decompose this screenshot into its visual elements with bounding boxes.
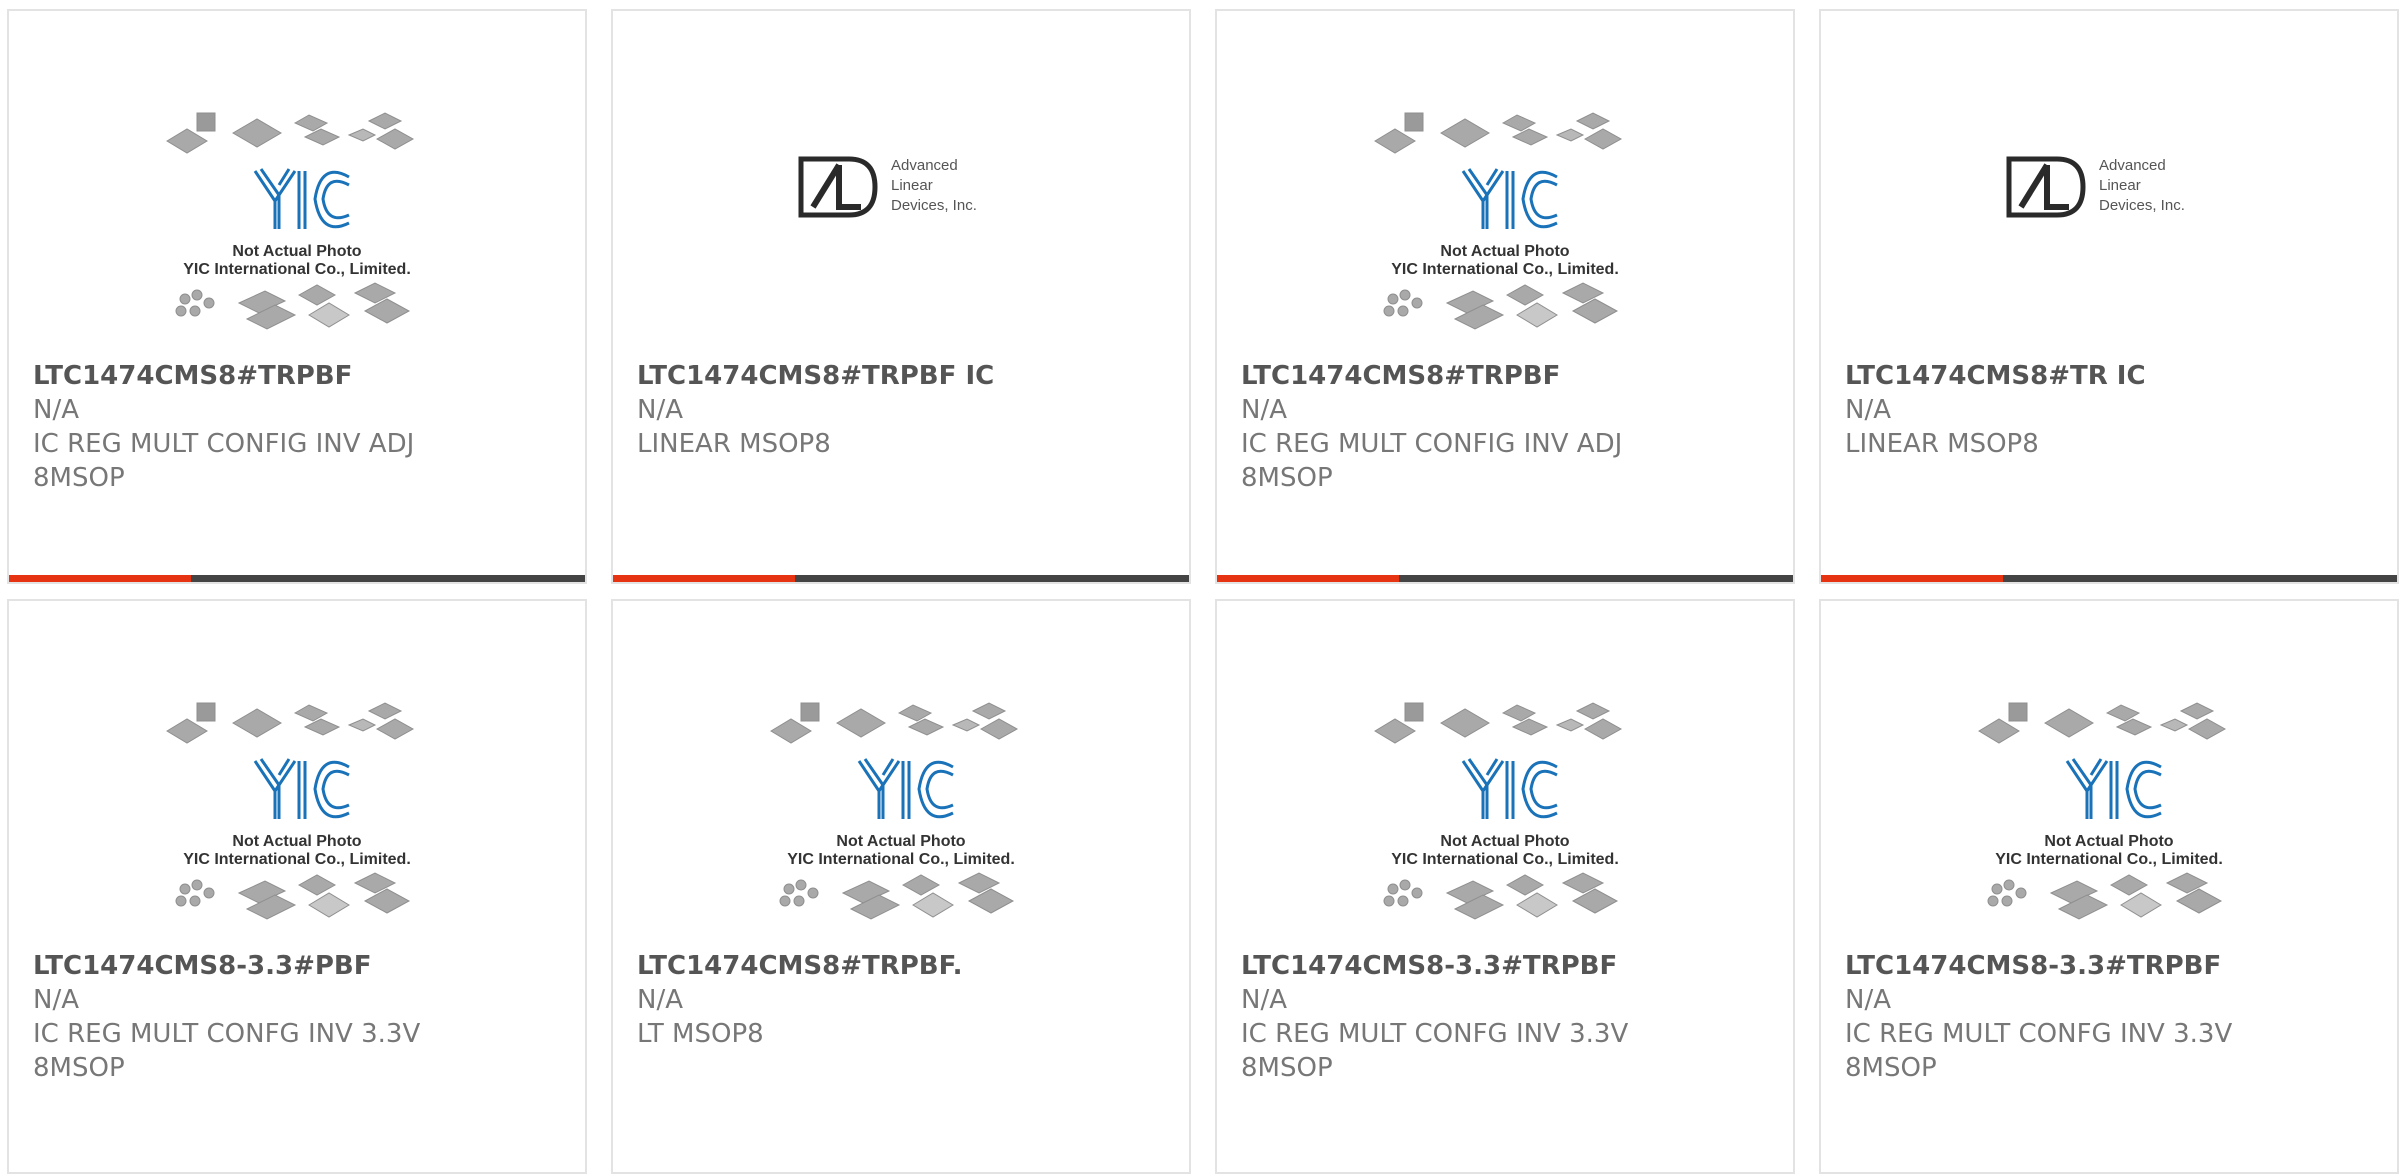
product-info: LTC1474CMS8#TR IC N/A LINEAR MSOP8 — [1845, 359, 2377, 461]
product-card[interactable]: Not Actual Photo YIC International Co., … — [1819, 599, 2399, 1174]
product-info: LTC1474CMS8-3.3#TRPBF N/A IC REG MULT CO… — [1845, 949, 2377, 1085]
product-card[interactable]: Not Actual Photo YIC International Co., … — [1215, 9, 1795, 584]
caption-yic-international: YIC International Co., Limited. — [1391, 261, 1619, 278]
product-description: IC REG MULT CONFIG INV ADJ 8MSOP — [33, 429, 415, 493]
product-stock: N/A — [637, 985, 683, 1015]
product-card[interactable]: Not Actual Photo YIC International Co., … — [1215, 599, 1795, 1174]
product-image-placeholder[interactable]: Not Actual Photo YIC International Co., … — [9, 679, 585, 939]
ald-line-devices: Devices, Inc. — [2099, 197, 2185, 214]
product-image-placeholder[interactable]: Not Actual Photo YIC International Co., … — [9, 89, 585, 349]
ald-line-advanced: Advanced — [2099, 157, 2166, 174]
caption-not-actual-photo: Not Actual Photo — [2044, 833, 2173, 850]
product-description: IC REG MULT CONFG INV 3.3V 8MSOP — [1845, 1019, 2233, 1083]
product-image-placeholder[interactable]: Not Actual Photo YIC International Co., … — [1217, 89, 1793, 349]
manufacturer-logo-image[interactable]: Advanced Linear Devices, Inc. — [1821, 89, 2397, 349]
product-info: LTC1474CMS8#TRPBF N/A IC REG MULT CONFIG… — [33, 359, 565, 495]
product-image-placeholder[interactable]: Not Actual Photo YIC International Co., … — [1821, 679, 2397, 939]
product-info: LTC1474CMS8#TRPBF N/A IC REG MULT CONFIG… — [1241, 359, 1773, 495]
product-card[interactable]: Advanced Linear Devices, Inc. LTC1474CMS… — [611, 9, 1191, 584]
card-accent-bar — [613, 575, 795, 582]
card-bottom-bar — [9, 575, 585, 582]
product-part-number[interactable]: LTC1474CMS8#TRPBF IC — [637, 359, 1169, 393]
yic-placeholder-graphic: Not Actual Photo YIC International Co., … — [1978, 702, 2227, 920]
product-part-number[interactable]: LTC1474CMS8#TRPBF — [33, 359, 565, 393]
product-image-placeholder[interactable]: Not Actual Photo YIC International Co., … — [613, 679, 1189, 939]
card-bottom-bar — [613, 575, 1189, 582]
product-part-number[interactable]: LTC1474CMS8#TRPBF — [1241, 359, 1773, 393]
product-info: LTC1474CMS8-3.3#TRPBF N/A IC REG MULT CO… — [1241, 949, 1773, 1085]
caption-yic-international: YIC International Co., Limited. — [787, 851, 1015, 868]
product-info: LTC1474CMS8#TRPBF. N/A LT MSOP8 — [637, 949, 1169, 1051]
caption-yic-international: YIC International Co., Limited. — [1995, 851, 2223, 868]
product-description: LT MSOP8 — [637, 1019, 764, 1049]
caption-not-actual-photo: Not Actual Photo — [1440, 833, 1569, 850]
product-stock: N/A — [1845, 395, 1891, 425]
caption-not-actual-photo: Not Actual Photo — [232, 833, 361, 850]
ald-line-linear: Linear — [2099, 177, 2141, 194]
caption-yic-international: YIC International Co., Limited. — [183, 261, 411, 278]
product-description: IC REG MULT CONFIG INV ADJ 8MSOP — [1241, 429, 1623, 493]
card-bottom-bar — [1217, 575, 1793, 582]
product-stock: N/A — [33, 395, 79, 425]
yic-placeholder-graphic: Not Actual Photo YIC International Co., … — [1374, 702, 1623, 920]
manufacturer-logo-image[interactable]: Advanced Linear Devices, Inc. — [613, 89, 1189, 349]
ald-logo-graphic: Advanced Linear Devices, Inc. — [2006, 156, 2185, 218]
product-stock: N/A — [637, 395, 683, 425]
product-description: LINEAR MSOP8 — [1845, 429, 2039, 459]
product-card[interactable]: Not Actual Photo YIC International Co., … — [7, 9, 587, 584]
yic-placeholder-graphic: Not Actual Photo YIC International Co., … — [770, 702, 1019, 920]
yic-placeholder-graphic: Not Actual Photo YIC International Co., … — [1374, 112, 1623, 330]
caption-not-actual-photo: Not Actual Photo — [232, 243, 361, 260]
product-stock: N/A — [33, 985, 79, 1015]
caption-yic-international: YIC International Co., Limited. — [1391, 851, 1619, 868]
product-image-placeholder[interactable]: Not Actual Photo YIC International Co., … — [1217, 679, 1793, 939]
ald-line-advanced: Advanced — [891, 157, 958, 174]
card-accent-bar — [1217, 575, 1399, 582]
card-accent-bar — [1821, 575, 2003, 582]
caption-yic-international: YIC International Co., Limited. — [183, 851, 411, 868]
product-stock: N/A — [1241, 395, 1287, 425]
product-card[interactable]: Not Actual Photo YIC International Co., … — [611, 599, 1191, 1174]
product-grid: Not Actual Photo YIC International Co., … — [0, 0, 2400, 1174]
product-part-number[interactable]: LTC1474CMS8-3.3#TRPBF — [1845, 949, 2377, 983]
caption-not-actual-photo: Not Actual Photo — [1440, 243, 1569, 260]
product-stock: N/A — [1241, 985, 1287, 1015]
product-card[interactable]: Not Actual Photo YIC International Co., … — [7, 599, 587, 1174]
product-part-number[interactable]: LTC1474CMS8-3.3#PBF — [33, 949, 565, 983]
ald-line-devices: Devices, Inc. — [891, 197, 977, 214]
product-description: LINEAR MSOP8 — [637, 429, 831, 459]
product-part-number[interactable]: LTC1474CMS8#TRPBF. — [637, 949, 1169, 983]
caption-not-actual-photo: Not Actual Photo — [836, 833, 965, 850]
product-stock: N/A — [1845, 985, 1891, 1015]
card-bottom-bar — [1821, 575, 2397, 582]
card-accent-bar — [9, 575, 191, 582]
ald-line-linear: Linear — [891, 177, 933, 194]
product-info: LTC1474CMS8-3.3#PBF N/A IC REG MULT CONF… — [33, 949, 565, 1085]
product-description: IC REG MULT CONFG INV 3.3V 8MSOP — [1241, 1019, 1629, 1083]
product-card[interactable]: Advanced Linear Devices, Inc. LTC1474CMS… — [1819, 9, 2399, 584]
product-part-number[interactable]: LTC1474CMS8#TR IC — [1845, 359, 2377, 393]
product-part-number[interactable]: LTC1474CMS8-3.3#TRPBF — [1241, 949, 1773, 983]
product-info: LTC1474CMS8#TRPBF IC N/A LINEAR MSOP8 — [637, 359, 1169, 461]
yic-placeholder-graphic: Not Actual Photo YIC International Co., … — [166, 702, 415, 920]
yic-placeholder-graphic: Not Actual Photo YIC International Co., … — [166, 112, 415, 330]
product-description: IC REG MULT CONFG INV 3.3V 8MSOP — [33, 1019, 421, 1083]
ald-logo-graphic: Advanced Linear Devices, Inc. — [798, 156, 977, 218]
